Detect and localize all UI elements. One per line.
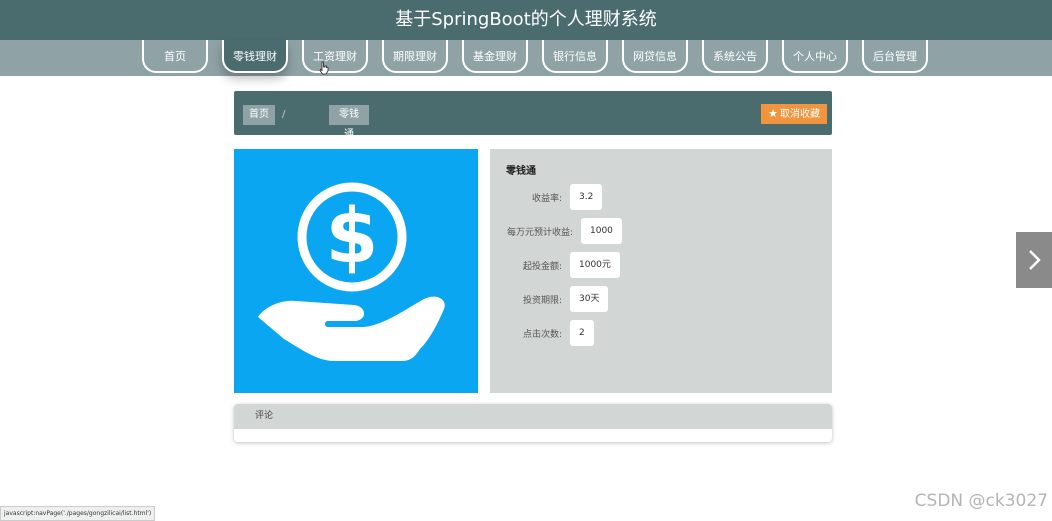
breadcrumb-current: 零钱通	[329, 105, 369, 140]
breadcrumb-separator: /	[282, 109, 286, 120]
field-expected-income: 每万元预计收益: 1000	[506, 218, 622, 244]
nav-item-fund-finance[interactable]: 基金理财	[462, 40, 528, 73]
breadcrumb: 首页 / 零钱通 ★ 取消收藏	[234, 91, 832, 140]
field-label: 起投金额:	[522, 261, 562, 272]
unfavorite-label: 取消收藏	[780, 109, 820, 120]
nav-item-announcements[interactable]: 系统公告	[702, 40, 768, 73]
field-value: 1000	[581, 218, 622, 244]
product-info-panel: 零钱通 收益率: 3.2 每万元预计收益: 1000 起投金额: 1000元 投…	[490, 149, 832, 393]
field-label: 投资期限:	[522, 295, 562, 306]
nav-item-loan-info[interactable]: 网贷信息	[622, 40, 688, 73]
watermark: CSDN @ck3027	[914, 491, 1048, 511]
product-name: 零钱通	[506, 166, 536, 177]
field-min-investment: 起投金额: 1000元	[518, 252, 620, 278]
nav-item-bank-info[interactable]: 银行信息	[542, 40, 608, 73]
nav-item-term-finance[interactable]: 期限理财	[382, 40, 448, 73]
star-icon: ★	[768, 107, 778, 120]
field-yield-rate: 收益率: 3.2	[528, 184, 603, 210]
field-label: 点击次数:	[522, 329, 562, 340]
product-image: $	[234, 149, 478, 393]
next-slide-button[interactable]	[1016, 232, 1052, 288]
nav-item-admin[interactable]: 后台管理	[862, 40, 928, 73]
hand-cursor-icon	[319, 61, 329, 75]
comment-title: 评论	[234, 404, 832, 429]
nav-item-salary-finance[interactable]: 工资理财	[302, 40, 368, 73]
nav-item-personal-center[interactable]: 个人中心	[782, 40, 848, 73]
field-label: 每万元预计收益:	[506, 227, 573, 238]
main-nav: 首页 零钱理财 工资理财 期限理财 基金理财 银行信息 网贷信息 系统公告 个人…	[0, 40, 1052, 76]
comment-section: 评论	[234, 404, 832, 442]
app-title: 基于SpringBoot的个人理财系统	[0, 0, 1052, 40]
money-hand-icon: $	[258, 182, 445, 361]
field-value: 30天	[570, 286, 609, 312]
field-value: 1000元	[570, 252, 620, 278]
field-label: 收益率:	[531, 193, 562, 204]
chevron-right-icon	[1029, 250, 1041, 270]
nav-item-change-finance[interactable]: 零钱理财	[222, 40, 288, 73]
field-click-count: 点击次数: 2	[518, 320, 594, 346]
unfavorite-button[interactable]: ★ 取消收藏	[761, 104, 827, 124]
svg-text:$: $	[326, 191, 379, 280]
breadcrumb-home[interactable]: 首页	[243, 105, 275, 125]
field-investment-term: 投资期限: 30天	[518, 286, 609, 312]
field-value: 2	[570, 320, 594, 346]
nav-item-home[interactable]: 首页	[142, 40, 208, 73]
field-value: 3.2	[570, 184, 603, 210]
